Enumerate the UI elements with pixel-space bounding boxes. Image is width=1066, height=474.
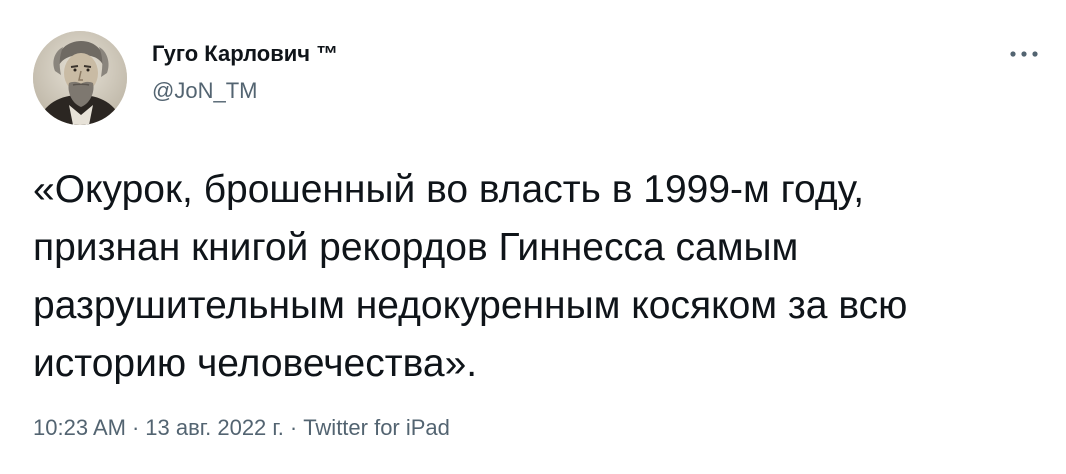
author-handle[interactable]: @JoN_TM <box>152 77 338 105</box>
tweet-text: «Окурок, брошенный во власть в 1999-м го… <box>33 168 908 385</box>
meta-separator: · <box>289 415 298 440</box>
portrait-avatar-icon <box>33 31 127 125</box>
author-info: Гуго Карлович ™ @JoN_TM <box>152 40 338 105</box>
tweet-source-link[interactable]: Twitter for iPad <box>303 415 450 440</box>
more-options-button[interactable] <box>1004 42 1044 66</box>
more-horizontal-icon <box>1010 51 1038 57</box>
tweet-card: Гуго Карлович ™ @JoN_TM «Окурок, брошенн… <box>0 0 1066 474</box>
tweet-meta: 10:23 AM · 13 авг. 2022 г. · Twitter for iPa… <box>33 414 450 442</box>
meta-separator: · <box>131 415 140 440</box>
tweet-time[interactable]: 10:23 AM <box>33 415 126 440</box>
tweet-date[interactable]: 13 авг. 2022 г. <box>145 415 284 440</box>
author-display-name[interactable]: Гуго Карлович ™ <box>152 40 338 68</box>
avatar[interactable] <box>33 31 127 125</box>
